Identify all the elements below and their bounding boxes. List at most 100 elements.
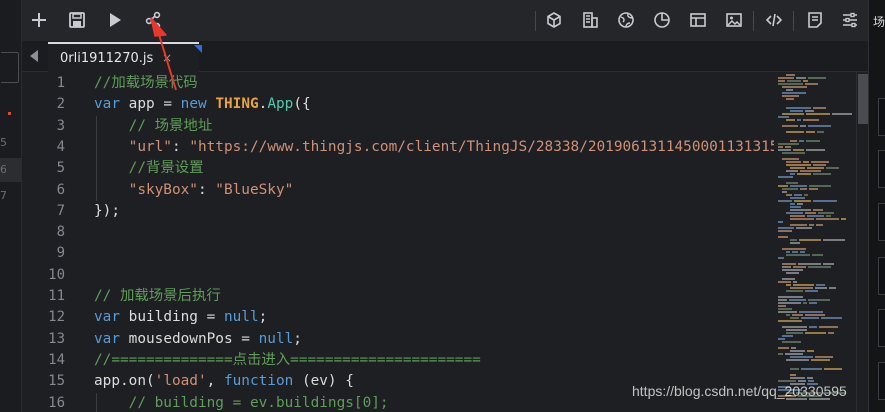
code-line[interactable]: 6 "skyBox": "BlueSky" [22, 180, 774, 201]
minimap-line [778, 236, 788, 238]
code-line[interactable]: 11 // 加载场景后执行 [22, 286, 774, 307]
minimap-line [807, 215, 824, 217]
play-icon [110, 13, 121, 27]
new-file-button[interactable] [27, 8, 51, 32]
minimap-line [790, 206, 801, 208]
code-line[interactable]: 4 "url": "https://www.thingjs.com/client… [22, 137, 774, 158]
fold-toggle-icon[interactable] [81, 101, 88, 108]
minimap-line [799, 239, 821, 241]
minimap-line [808, 77, 826, 79]
minimap-line [786, 119, 795, 121]
minimap-line [797, 119, 801, 121]
minimap-line [782, 248, 806, 250]
code-line[interactable]: 12 var building = null; [22, 307, 774, 328]
minimap-line [816, 224, 823, 226]
explorer-panel-edge[interactable] [1, 52, 19, 83]
code-token: null [258, 330, 294, 347]
minimap-line [806, 140, 820, 142]
image-button[interactable] [722, 8, 746, 32]
minimap-line [823, 239, 845, 241]
code-minimap[interactable] [774, 72, 856, 412]
minimap-line [778, 146, 783, 148]
tab-scroll-left-icon[interactable] [30, 50, 38, 62]
code-line[interactable]: 7}); [22, 201, 774, 222]
settings-button[interactable] [838, 8, 862, 32]
minimap-line [821, 317, 842, 319]
line-number: 14 [48, 351, 65, 368]
code-token: THING [215, 96, 259, 113]
minimap-line [800, 251, 805, 253]
minimap-line [793, 149, 804, 151]
explorer-number: 5 [0, 136, 6, 149]
code-line[interactable]: 9 [22, 243, 774, 264]
share-button[interactable] [141, 8, 165, 32]
code-line[interactable]: 5 //背景设置 [22, 158, 774, 179]
minimap-line [826, 167, 839, 169]
scrollbar-thumb[interactable] [858, 74, 868, 124]
code-line[interactable]: 1 //加载场景代码 [22, 73, 774, 94]
tab-label: 0rli1911270.js [60, 50, 154, 66]
minimap-line [786, 131, 804, 133]
minimap-line [782, 95, 799, 97]
scene-card[interactable] [878, 257, 885, 295]
chart-button[interactable] [650, 8, 674, 32]
line-number: 5 [56, 160, 65, 177]
minimap-line [799, 311, 823, 313]
indent-guide [96, 115, 97, 201]
object-button[interactable] [542, 8, 566, 32]
minimap-line [790, 239, 797, 241]
minimap-line [782, 86, 807, 88]
minimap-line [778, 80, 785, 82]
minimap-line [778, 353, 783, 355]
code-line[interactable]: 14 //==============点击进入==================… [22, 350, 774, 371]
close-icon[interactable]: × [162, 51, 172, 65]
save-button[interactable] [65, 8, 89, 32]
scene-card[interactable] [878, 98, 885, 136]
code-token: }); [94, 202, 120, 219]
editor-scrollbar[interactable] [856, 72, 868, 412]
editor-toolbar [22, 0, 868, 41]
code-line[interactable]: 13 var mousedownPos = null; [22, 329, 774, 350]
minimap-line [790, 215, 805, 217]
minimap-line [778, 308, 792, 310]
minimap-line [808, 380, 814, 382]
minimap-line [803, 119, 819, 121]
code-line[interactable]: 10 [22, 265, 774, 286]
layout-button[interactable] [686, 8, 710, 32]
scene-card[interactable] [878, 203, 885, 241]
building-button[interactable] [578, 8, 602, 32]
code-line[interactable]: 8 [22, 222, 774, 243]
code-token: ({ [293, 96, 311, 113]
document-button[interactable] [803, 8, 827, 32]
code-token: new [180, 96, 207, 113]
minimap-line [778, 221, 783, 223]
line-number: 11 [48, 288, 65, 304]
scene-card[interactable] [878, 150, 885, 188]
line-number: 2 [56, 96, 65, 113]
code-token: : [171, 138, 190, 155]
minimap-line [813, 107, 826, 109]
tab-file[interactable]: 0rli1911270.js × [48, 42, 202, 72]
code-token: : [197, 181, 216, 198]
minimap-line [801, 317, 819, 319]
minimap-line [782, 188, 798, 190]
earth-button[interactable] [614, 8, 638, 32]
minimap-line [806, 113, 830, 115]
code-line[interactable]: 2 var app = new THING.App({ [22, 94, 774, 115]
code-line[interactable]: 3 // 场景地址 [22, 116, 774, 137]
fold-toggle-icon[interactable] [81, 378, 88, 385]
code-button[interactable] [762, 8, 786, 32]
code-editor[interactable]: 1//加载场景代码 2 var app = new THING.App({3 // … [22, 72, 774, 412]
scene-card[interactable] [878, 309, 885, 347]
line-number: 16 [48, 394, 65, 411]
line-number: 1 [56, 75, 65, 91]
minimap-line [816, 284, 825, 286]
minimap-line [782, 92, 806, 94]
minimap-line [794, 194, 802, 196]
minimap-line [803, 161, 809, 163]
scene-card[interactable] [878, 362, 885, 400]
run-button[interactable] [103, 8, 127, 32]
minimap-line [782, 335, 793, 337]
minimap-line [800, 125, 806, 127]
minimap-line [790, 197, 805, 199]
